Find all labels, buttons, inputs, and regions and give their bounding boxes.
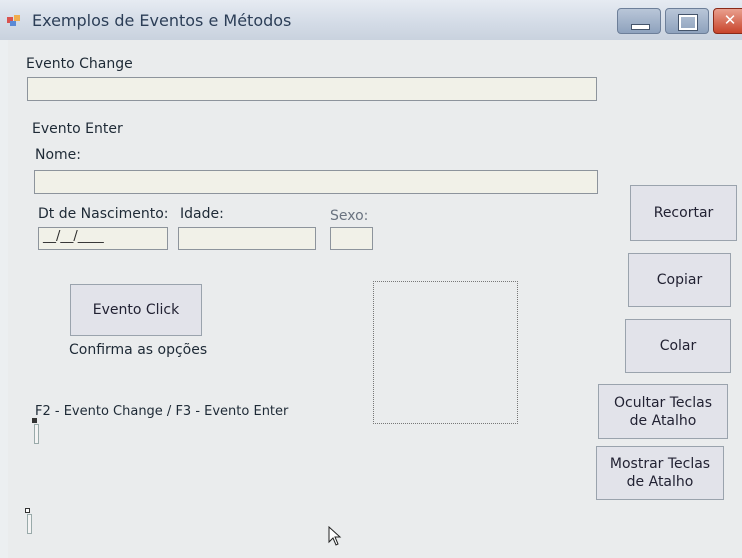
colar-button[interactable]: Colar — [625, 319, 731, 373]
minimize-button[interactable] — [617, 8, 661, 34]
evento-change-field[interactable] — [27, 77, 597, 101]
maximize-button[interactable] — [665, 8, 709, 34]
window-title: Exemplos de Eventos e Métodos — [32, 11, 292, 30]
dt-nascimento-label: Dt de Nascimento: — [38, 206, 169, 222]
evento-click-button[interactable]: Evento Click — [70, 284, 202, 336]
nome-label: Nome: — [35, 147, 82, 163]
evento-enter-label: Evento Enter — [32, 121, 123, 137]
sexo-field[interactable] — [330, 227, 373, 250]
shortcut-hint-label: F2 - Evento Change / F3 - Evento Enter — [35, 404, 289, 419]
small-marker-icon-2 — [25, 508, 30, 513]
mouse-cursor-icon — [328, 526, 342, 546]
idade-label: Idade: — [180, 206, 224, 222]
confirma-label: Confirma as opções — [69, 342, 208, 358]
maximize-icon — [678, 14, 698, 31]
small-scroll-control-2[interactable] — [27, 514, 32, 534]
small-scroll-control[interactable] — [34, 424, 39, 444]
evento-change-label: Evento Change — [26, 56, 133, 72]
app-window-icon — [7, 15, 20, 26]
mostrar-teclas-button[interactable]: Mostrar Teclas de Atalho — [596, 446, 724, 500]
recortar-button[interactable]: Recortar — [630, 185, 737, 241]
close-button[interactable]: ✕ — [713, 8, 742, 34]
minimize-icon — [631, 24, 650, 30]
dt-nascimento-field[interactable]: __/__/____ — [38, 227, 168, 250]
close-icon: ✕ — [723, 11, 737, 29]
idade-field[interactable] — [178, 227, 316, 250]
ocultar-teclas-button[interactable]: Ocultar Teclas de Atalho — [598, 384, 728, 439]
title-bar: Exemplos de Eventos e Métodos ✕ — [0, 0, 742, 40]
nome-field[interactable] — [34, 170, 598, 194]
dotted-panel — [373, 281, 518, 424]
copiar-button[interactable]: Copiar — [628, 253, 731, 307]
sexo-label: Sexo: — [330, 208, 369, 224]
small-marker-icon — [32, 418, 37, 423]
